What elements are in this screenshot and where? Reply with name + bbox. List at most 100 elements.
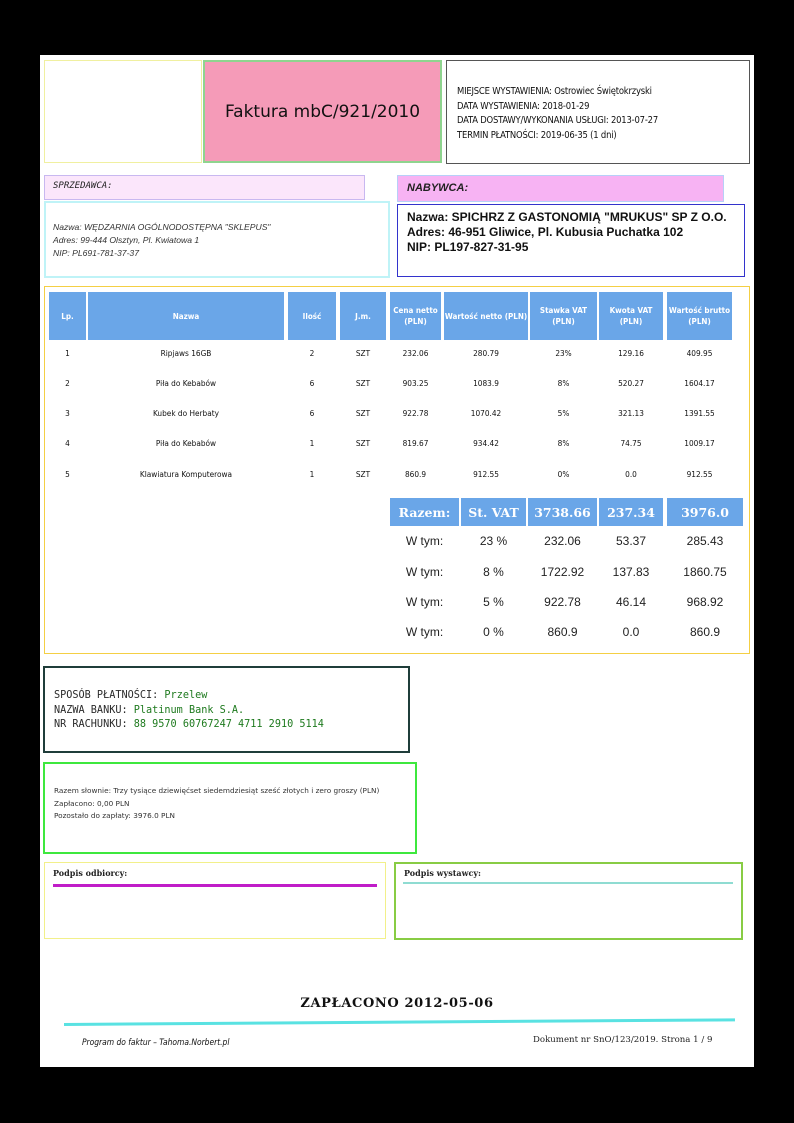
table-cell-name: Ripjaws 16GB	[160, 348, 212, 358]
table-cell-lp: 5	[65, 469, 70, 479]
vat-breakdown-rate: 23 %	[479, 534, 508, 548]
issue-date: DATA WYSTAWIENIA: 2018-01-29	[457, 100, 590, 112]
table-cell-net-value: 280.79	[473, 348, 499, 358]
buyer-name: Nazwa: SPICHRZ Z GASTONOMIĄ "MRUKUS" SP …	[407, 210, 727, 224]
receiver-signature-box: Podpis odbiorcy:	[44, 862, 386, 939]
summary-total-label: Razem:	[390, 498, 459, 526]
payment-info: SPOSÓB PŁATNOŚCI: Przelew NAZWA BANKU: P…	[43, 666, 410, 753]
table-cell-net-price: 922.78	[402, 408, 429, 418]
vat-breakdown-net: 922.78	[544, 595, 581, 609]
vat-breakdown-vat: 0.0	[622, 625, 640, 639]
vat-breakdown-vat: 137.83	[612, 565, 650, 579]
vat-breakdown-rate: 0 %	[483, 625, 504, 639]
table-cell-net-price: 232.06	[402, 348, 429, 358]
table-cell-qty: 6	[309, 378, 315, 388]
table-cell-lp: 4	[65, 438, 70, 448]
payment-due: TERMIN PŁATNOŚCI: 2019-06-35 (1 dni)	[457, 129, 617, 141]
table-cell-net-value: 934.42	[473, 438, 499, 448]
payment-method: SPOSÓB PŁATNOŚCI: Przelew	[54, 690, 208, 701]
invoice-meta-box: MIEJSCE WYSTAWIENIA: Ostrowiec Świętokrz…	[446, 60, 750, 164]
table-cell-gross-value: 1009.17	[684, 438, 715, 448]
table-cell-vat-rate: 5%	[557, 408, 570, 418]
buyer-details: Nazwa: SPICHRZ Z GASTONOMIĄ "MRUKUS" SP …	[397, 204, 745, 277]
table-cell-unit: SZT	[355, 408, 371, 418]
table-cell-unit: SZT	[355, 469, 371, 479]
summary-gross-total: 3976.0	[667, 498, 743, 526]
invoice-title: Faktura mbC/921/2010	[224, 101, 421, 122]
account-number: NR RACHUNKU: 88 9570 60767247 4711 2910 …	[54, 719, 324, 731]
column-header-vat-amount: Kwota VAT (PLN)	[599, 292, 663, 340]
table-cell-vat-amount: 0.0	[625, 469, 637, 479]
amount-remaining: Pozostało do zapłaty: 3976.0 PLN	[54, 811, 175, 821]
table-cell-net-price: 903.25	[402, 378, 429, 388]
table-cell-unit: SZT	[355, 378, 371, 388]
paid-stamp: ZAPŁACONO 2012-05-06	[300, 996, 494, 1011]
receiver-signature-label: Podpis odbiorcy:	[53, 868, 128, 878]
table-cell-name: Kubek do Herbaty	[153, 408, 219, 418]
column-header-net-value: Wartość netto (PLN)	[444, 292, 528, 340]
vat-breakdown-gross: 968.92	[686, 595, 724, 609]
footer-program-credit: Program do faktur – Tahoma.Norbert.pl	[82, 1037, 230, 1047]
table-cell-vat-rate: 8%	[557, 378, 570, 388]
table-cell-name: Piła do Kebabów	[155, 438, 217, 448]
table-cell-net-value: 1070.42	[470, 408, 502, 418]
footer-document-number: Dokument nr SnO/123/2019. Strona 1 / 9	[533, 1035, 713, 1045]
table-cell-name: Klawiatura Komputerowa	[139, 469, 233, 479]
vat-breakdown-net: 1722.92	[540, 565, 585, 579]
issue-place: MIEJSCE WYSTAWIENIA: Ostrowiec Świętokrz…	[457, 86, 652, 97]
table-cell-qty: 1	[309, 438, 315, 448]
summary-net-total: 3738.66	[528, 498, 597, 526]
table-cell-vat-amount: 74.75	[620, 438, 642, 448]
table-cell-gross-value: 912.55	[686, 469, 713, 479]
table-cell-qty: 1	[309, 469, 315, 479]
vat-breakdown-vat: 53.37	[615, 534, 647, 548]
buyer-heading: NABYWCA:	[397, 175, 724, 202]
vat-breakdown-net: 860.9	[547, 625, 578, 639]
vat-breakdown-rate: 5 %	[483, 595, 504, 609]
table-cell-gross-value: 409.95	[686, 348, 713, 358]
table-cell-vat-amount: 129.16	[618, 348, 644, 358]
table-cell-net-price: 860.9	[404, 469, 427, 479]
column-header-unit: J.m.	[340, 292, 386, 340]
table-cell-vat-rate: 0%	[557, 469, 570, 479]
logo-placeholder	[44, 60, 202, 163]
table-cell-qty: 2	[309, 348, 315, 358]
buyer-nip: NIP: PL197-827-31-95	[407, 240, 529, 254]
vat-breakdown-label: W tym:	[405, 565, 444, 579]
amount-in-words-box: Razem słownie: Trzy tysiące dziewięćset …	[43, 762, 417, 854]
bank-name: NAZWA BANKU: Platinum Bank S.A.	[54, 704, 245, 716]
table-cell-vat-amount: 520.27	[618, 378, 644, 388]
table-cell-vat-amount: 321.13	[618, 408, 644, 418]
table-cell-vat-rate: 8%	[557, 438, 570, 448]
vat-breakdown-vat: 46.14	[615, 595, 647, 609]
vat-breakdown-label: W tym:	[405, 625, 444, 639]
table-cell-unit: SZT	[355, 348, 371, 358]
table-cell-qty: 6	[309, 408, 315, 418]
vat-breakdown-label: W tym:	[405, 534, 444, 548]
summary-vat-total: 237.34	[599, 498, 663, 526]
seller-nip: NIP: PL691-781-37-37	[53, 248, 139, 258]
amount-in-words: Razem słownie: Trzy tysiące dziewięćset …	[54, 786, 380, 795]
table-cell-unit: SZT	[355, 438, 371, 448]
table-cell-net-price: 819.67	[402, 438, 429, 448]
table-cell-vat-rate: 23%	[555, 348, 572, 358]
table-cell-lp: 1	[65, 348, 70, 358]
issuer-signature-label: Podpis wystawcy:	[404, 868, 481, 878]
column-header-qty: Ilość	[288, 292, 336, 340]
column-header-name: Nazwa	[88, 292, 284, 340]
vat-breakdown-gross: 860.9	[689, 625, 721, 639]
seller-details: Nazwa: WĘDZARNIA OGÓLNODOSTĘPNA "SKLEPUS…	[44, 201, 390, 278]
receiver-signature-line	[53, 884, 377, 887]
vat-breakdown-net: 232.06	[544, 534, 581, 548]
vat-breakdown-gross: 1860.75	[683, 565, 727, 579]
column-header-vat-rate: Stawka VAT (PLN)	[530, 292, 597, 340]
table-cell-net-value: 912.55	[473, 469, 499, 479]
table-cell-lp: 3	[65, 408, 70, 418]
issuer-signature-line	[403, 882, 733, 884]
column-header-gross-value: Wartość brutto (PLN)	[667, 292, 732, 340]
vat-breakdown-gross: 285.43	[686, 534, 724, 548]
delivery-date: DATA DOSTAWY/WYKONANIA USŁUGI: 2013-07-2…	[457, 115, 658, 127]
column-header-net-price: Cena netto (PLN)	[390, 292, 441, 340]
seller-heading: SPRZEDAWCA:	[44, 175, 365, 200]
buyer-address: Adres: 46-951 Gliwice, Pl. Kubusia Pucha…	[407, 225, 684, 239]
